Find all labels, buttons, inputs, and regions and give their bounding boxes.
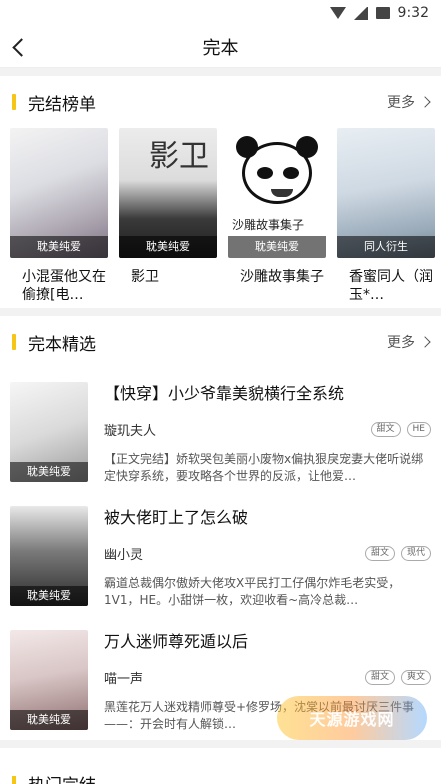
ranking-more-button[interactable]: 更多 <box>387 92 431 112</box>
book-name: 香蜜同人（润玉*… <box>349 269 433 303</box>
book-name: 影卫 <box>131 269 159 285</box>
ranking-book-1[interactable]: 耽美纯爱 小混蛋他又在偷撩[电… <box>10 128 108 308</box>
book-name: 小混蛋他又在偷撩[电… <box>22 269 106 303</box>
battery-icon <box>375 7 390 19</box>
cover-title-art: 影卫 <box>149 139 209 174</box>
category-tag: 耽美纯爱 <box>10 586 88 606</box>
section-accent-bar <box>12 776 16 784</box>
book-title: 被大佬盯上了怎么破 <box>104 508 249 527</box>
book-cover: 耽美纯爱 <box>10 382 88 482</box>
category-tag: 耽美纯爱 <box>228 236 326 258</box>
picks-more-button[interactable]: 更多 <box>387 332 431 352</box>
book-meta: 幽小灵 甜文 现代 <box>104 544 431 563</box>
book-description: 霸道总裁偶尔傲娇大佬攻X平民打工仔偶尔炸毛老实受，1V1，HE。小甜饼一枚，欢迎… <box>104 576 401 607</box>
ranking-section: 完结榜单 更多 耽美纯爱 小混蛋他又在偷撩[电… 影卫 耽美纯爱 影卫 沙雕故事… <box>0 76 441 308</box>
hot-finished-header: 热门完结 <box>0 748 441 784</box>
pick-book-1[interactable]: 耽美纯爱 【快穿】小少爷靠美貌横行全系统 璇玑夫人 甜文 HE 【正文完结】娇软… <box>0 368 441 492</box>
watermark-logo: 天源游戏网 <box>277 696 427 740</box>
ranking-header: 完结榜单 更多 <box>0 76 441 128</box>
book-title: 【快穿】小少爷靠美貌横行全系统 <box>104 384 345 403</box>
pick-book-2[interactable]: 耽美纯爱 被大佬盯上了怎么破 幽小灵 甜文 现代 霸道总裁偶尔傲娇大佬攻X平民打… <box>0 492 441 616</box>
book-cover: 同人衍生 <box>337 128 435 258</box>
book-info: 【快穿】小少爷靠美貌横行全系统 璇玑夫人 甜文 HE 【正文完结】娇软哭包美丽小… <box>104 382 431 492</box>
category-tag: 耽美纯爱 <box>10 236 108 258</box>
chevron-right-icon <box>419 336 431 348</box>
ranking-book-3[interactable]: 沙雕故事集子 耽美纯爱 沙雕故事集子 <box>228 128 326 308</box>
book-cover: 影卫 耽美纯爱 <box>119 128 217 258</box>
ranking-book-2[interactable]: 影卫 耽美纯爱 影卫 <box>119 128 217 308</box>
book-author: 幽小灵 <box>104 548 144 563</box>
book-title: 万人迷师尊死遁以后 <box>104 632 249 651</box>
category-tag: 耽美纯爱 <box>10 710 88 730</box>
book-tag: 甜文 <box>364 670 395 685</box>
book-meta: 璇玑夫人 甜文 HE <box>104 420 431 439</box>
category-tag: 同人衍生 <box>337 236 435 258</box>
ranking-list: 耽美纯爱 小混蛋他又在偷撩[电… 影卫 耽美纯爱 影卫 沙雕故事集子 耽美纯爱 <box>0 128 441 308</box>
book-info: 被大佬盯上了怎么破 幽小灵 甜文 现代 霸道总裁偶尔傲娇大佬攻X平民打工仔偶尔炸… <box>104 506 431 616</box>
book-cover: 耽美纯爱 <box>10 630 88 730</box>
book-tag: 甜文 <box>370 422 401 437</box>
chevron-right-icon <box>419 96 431 108</box>
picks-section: 完本精选 更多 耽美纯爱 【快穿】小少爷靠美貌横行全系统 璇玑夫人 甜文 HE … <box>0 316 441 740</box>
book-tag: HE <box>406 422 431 437</box>
book-description: 【正文完结】娇软哭包美丽小废物x偏执狠戾宠妻大佬听说绑定快穿系统，要攻略各个世界… <box>104 452 424 483</box>
section-accent-bar <box>12 94 16 110</box>
signal-icon <box>353 6 368 20</box>
picks-title: 完本精选 <box>28 334 96 355</box>
hot-finished-title: 热门完结 <box>28 771 96 784</box>
book-author: 喵一声 <box>104 672 144 687</box>
section-accent-bar <box>12 334 16 350</box>
back-arrow-icon[interactable] <box>10 36 30 58</box>
book-tag: 甜文 <box>364 546 395 561</box>
watermark-text: 天源游戏网 <box>309 710 395 729</box>
book-tag: 爽文 <box>400 670 431 685</box>
book-meta: 喵一声 甜文 爽文 <box>104 668 431 687</box>
book-cover: 耽美纯爱 <box>10 128 108 258</box>
page-title: 完本 <box>202 37 239 59</box>
book-name: 沙雕故事集子 <box>240 269 324 285</box>
category-tag: 耽美纯爱 <box>119 236 217 258</box>
more-label: 更多 <box>387 95 415 111</box>
status-bar: 9:32 <box>0 0 441 26</box>
book-author: 璇玑夫人 <box>104 424 157 439</box>
category-tag: 耽美纯爱 <box>10 462 88 482</box>
wifi-icon <box>329 7 346 19</box>
picks-list: 耽美纯爱 【快穿】小少爷靠美貌横行全系统 璇玑夫人 甜文 HE 【正文完结】娇软… <box>0 368 441 740</box>
book-tag: 现代 <box>400 546 431 561</box>
cover-title-art: 沙雕故事集子 <box>232 218 305 232</box>
top-nav: 完本 <box>0 26 441 68</box>
book-cover: 耽美纯爱 <box>10 506 88 606</box>
status-time: 9:32 <box>397 5 429 21</box>
picks-header: 完本精选 更多 <box>0 316 441 368</box>
ranking-book-4[interactable]: 同人衍生 香蜜同人（润玉*… <box>337 128 435 308</box>
ranking-title: 完结榜单 <box>28 94 96 115</box>
more-label: 更多 <box>387 335 415 351</box>
book-cover: 沙雕故事集子 耽美纯爱 <box>228 128 326 258</box>
